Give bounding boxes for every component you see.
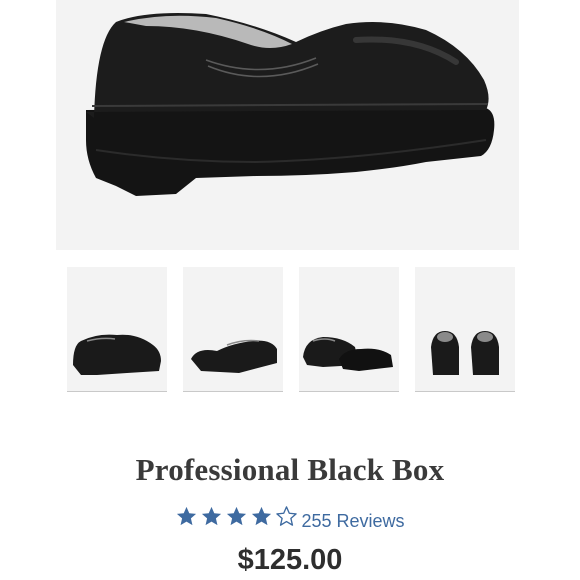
thumbnail-back-view[interactable] <box>415 267 515 392</box>
thumbnail-angled-view[interactable] <box>183 267 283 392</box>
product-title: Professional Black Box <box>135 452 445 487</box>
star-empty-icon <box>276 506 298 526</box>
main-product-image <box>56 0 519 250</box>
thumbnail-strip <box>0 267 580 392</box>
thumb-back-image <box>431 331 499 375</box>
thumb-angled-image <box>191 339 277 373</box>
reviews-link[interactable]: 255 Reviews <box>301 508 404 534</box>
product-rating: 255 Reviews <box>0 505 580 531</box>
thumb-pair-image <box>303 337 393 371</box>
star-filled-icon <box>252 506 272 526</box>
thumb-side-image <box>73 334 161 375</box>
star-filled-icon <box>202 506 222 526</box>
star-rating <box>175 505 300 537</box>
star-filled-icon <box>227 506 247 526</box>
star-filled-icon <box>177 506 197 526</box>
product-price: $125.00 <box>237 544 343 576</box>
thumbnail-pair-view[interactable] <box>299 267 399 392</box>
clog-side-image <box>86 13 495 196</box>
thumbnail-side-view[interactable] <box>67 267 167 392</box>
